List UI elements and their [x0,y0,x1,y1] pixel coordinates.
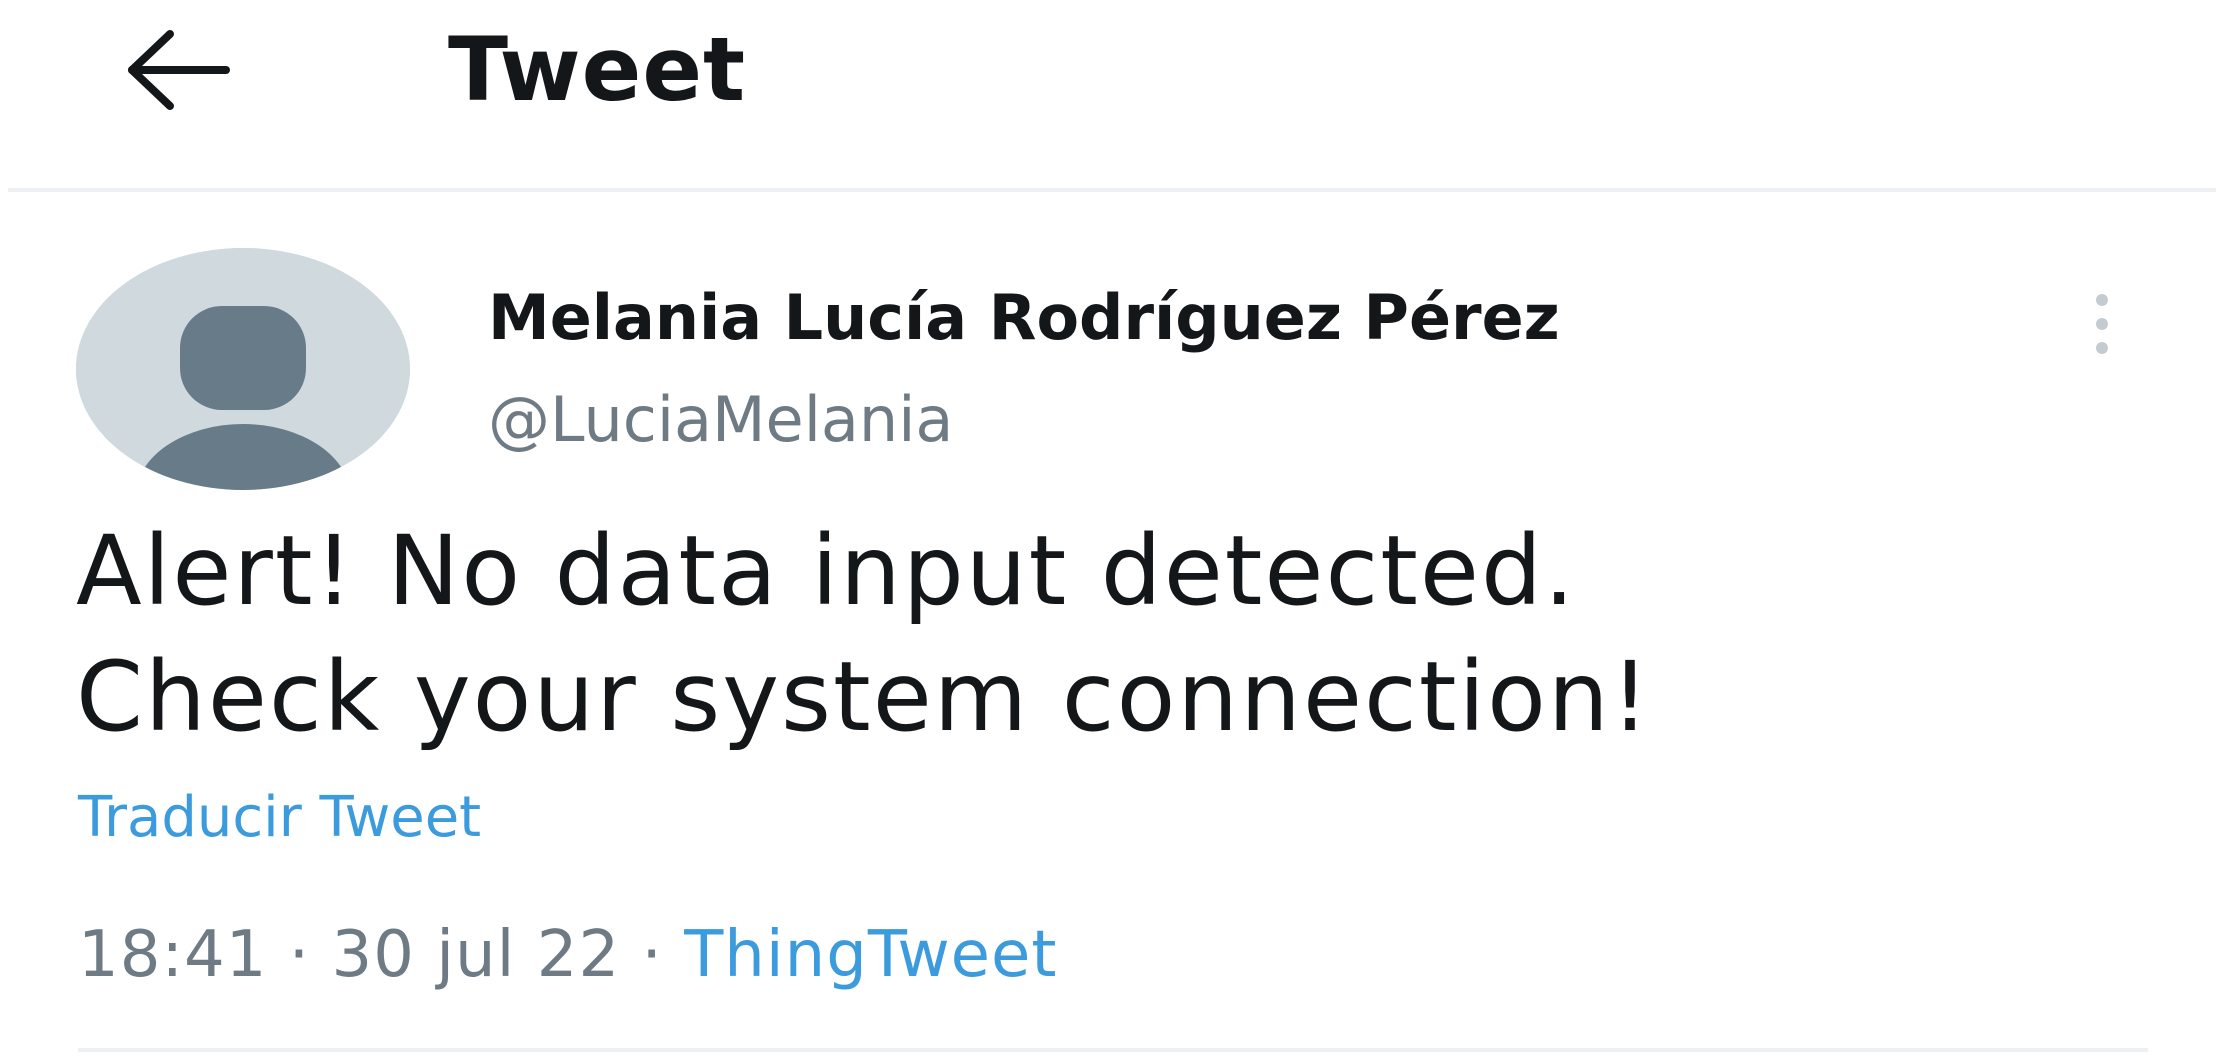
translate-tweet-link[interactable]: Traducir Tweet [78,782,481,854]
arrow-left-icon [128,30,230,110]
tweet-meta: 18:41 · 30 jul 22 · ThingTweet [78,912,1058,998]
meta-separator: · [641,918,663,992]
default-user-avatar-icon [76,248,410,490]
tweet-source-link[interactable]: ThingTweet [684,918,1057,992]
bottom-divider [78,1048,2148,1052]
more-options-button[interactable] [2078,288,2126,360]
author-display-name[interactable]: Melania Lucía Rodríguez Pérez [488,278,1560,358]
avatar[interactable] [76,248,410,490]
page-title: Tweet [448,18,747,121]
header-divider [8,188,2216,192]
tweet-date: 30 jul 22 [331,918,621,992]
meta-separator: · [288,918,311,992]
tweet-text-line: Check your system connection! [76,641,1652,753]
tweet-time: 18:41 [78,918,268,992]
vertical-ellipsis-icon [2096,294,2108,354]
tweet-body: Alert! No data input detected. Check you… [76,508,2156,760]
top-bar: Tweet [0,0,2224,190]
tweet-text-line: Alert! No data input detected. [76,515,1577,627]
author-handle[interactable]: @LuciaMelania [488,380,953,460]
back-button[interactable] [118,22,238,118]
